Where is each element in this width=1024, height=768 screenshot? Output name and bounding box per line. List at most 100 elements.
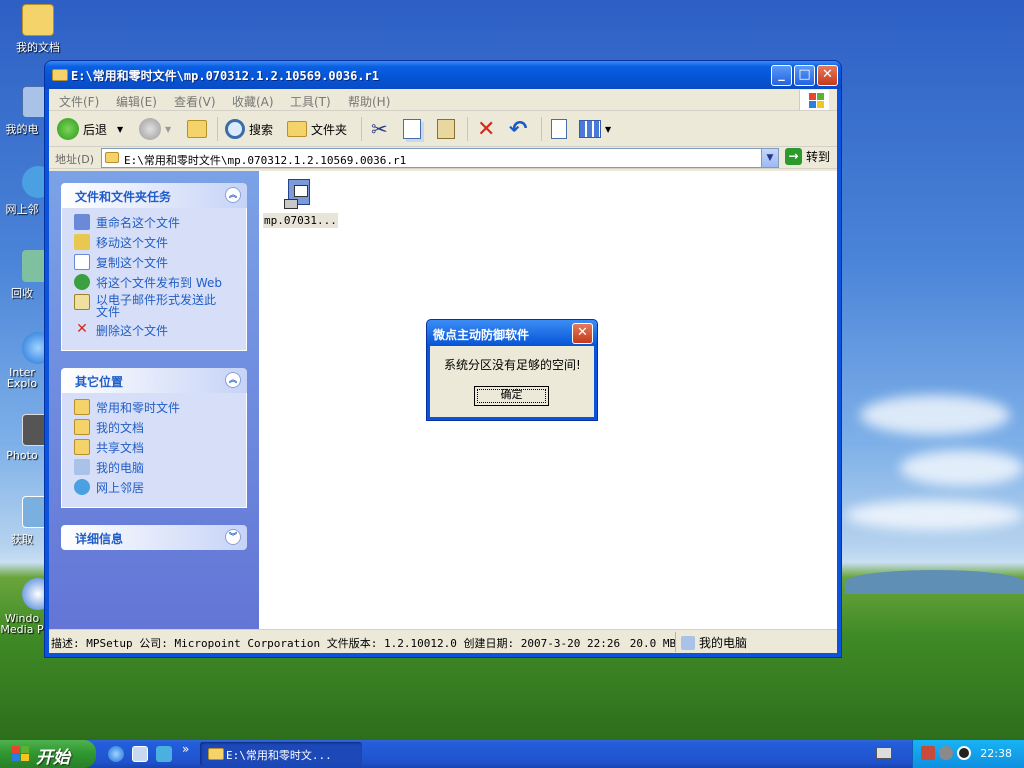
file-tasks-panel: 文件和文件夹任务 ︽ 重命名这个文件 移动这个文件 复制这个文件 将这个文件发布… (61, 183, 247, 351)
go-button[interactable]: → 转到 (785, 148, 830, 165)
folder-icon (74, 399, 90, 415)
back-arrow-icon (57, 118, 79, 140)
up-folder-icon (187, 120, 207, 138)
move-icon (74, 234, 90, 250)
other-places-header[interactable]: 其它位置 ︽ (61, 368, 247, 393)
task-email[interactable]: 以电子邮件形式发送此文件 (74, 294, 246, 322)
dialog-message: 系统分区没有足够的空间! (444, 358, 581, 372)
search-button[interactable]: 搜索 (225, 117, 273, 141)
address-input[interactable]: E:\常用和零时文件\mp.070312.1.2.10569.0036.r1 ▼ (101, 148, 779, 168)
quicklaunch-media-icon[interactable] (156, 746, 172, 762)
close-button[interactable]: ✕ (817, 65, 838, 86)
expand-icon[interactable]: ︾ (225, 529, 241, 545)
desktop-icon-my-documents[interactable]: 我的文档 (0, 4, 76, 55)
search-icon (225, 119, 245, 139)
copy-icon (74, 254, 90, 270)
status-size: 20.0 MB (629, 637, 677, 650)
task-rename[interactable]: 重命名这个文件 (74, 214, 246, 234)
place-my-documents[interactable]: 我的文档 (74, 419, 246, 439)
menu-file[interactable]: 文件(F) (59, 93, 99, 110)
window-title: E:\常用和零时文件\mp.070312.1.2.10569.0036.r1 (71, 69, 379, 83)
chevron-down-icon: ▼ (117, 124, 124, 134)
file-tasks-body: 重命名这个文件 移动这个文件 复制这个文件 将这个文件发布到 Web 以电子邮件… (61, 208, 247, 351)
forward-button[interactable]: ▼ (139, 117, 171, 141)
tray-volume-icon[interactable] (939, 746, 953, 760)
views-button[interactable]: ▼ (579, 117, 611, 141)
details-panel: 详细信息 ︾ (61, 525, 247, 550)
cloud (860, 395, 1010, 435)
undo-button[interactable]: ↶ (509, 117, 527, 142)
collapse-icon[interactable]: ︽ (225, 187, 241, 203)
documents-icon (74, 419, 90, 435)
menu-edit[interactable]: 编辑(E) (116, 93, 157, 110)
keyboard-icon[interactable] (876, 747, 892, 759)
task-publish-web[interactable]: 将这个文件发布到 Web (74, 274, 246, 294)
delete-x-icon: ✕ (76, 321, 88, 337)
task-copy[interactable]: 复制这个文件 (74, 254, 246, 274)
distant-hills (845, 570, 1024, 594)
paste-button[interactable] (437, 117, 455, 141)
properties-button[interactable] (551, 117, 567, 141)
folder-icon (105, 152, 119, 163)
menu-favorites[interactable]: 收藏(A) (232, 93, 274, 110)
cloud (845, 500, 1024, 530)
address-dropdown-button[interactable]: ▼ (761, 149, 778, 167)
back-button[interactable]: 后退 ▼ (57, 117, 123, 141)
place-network[interactable]: 网上邻居 (74, 479, 246, 499)
task-delete[interactable]: ✕ 删除这个文件 (74, 322, 246, 342)
address-value: E:\常用和零时文件\mp.070312.1.2.10569.0036.r1 (124, 154, 407, 167)
folder-icon (22, 4, 54, 36)
menu-help[interactable]: 帮助(H) (348, 93, 390, 110)
quicklaunch-show-desktop-icon[interactable] (132, 746, 148, 762)
maximize-button[interactable]: □ (794, 65, 815, 86)
taskbar: 开始 » E:\常用和零时文... 22:38 (0, 740, 1024, 768)
copy-button[interactable] (403, 117, 421, 141)
dialog-close-button[interactable]: ✕ (572, 323, 593, 344)
status-location: 我的电脑 (681, 634, 747, 651)
properties-icon (551, 119, 567, 139)
file-tasks-header[interactable]: 文件和文件夹任务 ︽ (61, 183, 247, 208)
clock[interactable]: 22:38 (980, 747, 1012, 760)
menu-view[interactable]: 查看(V) (174, 93, 216, 110)
toolbar-separator (467, 117, 468, 141)
title-bar[interactable]: E:\常用和零时文件\mp.070312.1.2.10569.0036.r1 _… (45, 61, 841, 89)
cloud (900, 450, 1024, 486)
details-header[interactable]: 详细信息 ︾ (61, 525, 247, 550)
forward-arrow-icon (139, 118, 161, 140)
computer-icon (681, 635, 695, 650)
copy-icon (403, 119, 421, 139)
place-my-computer[interactable]: 我的电脑 (74, 459, 246, 479)
menu-tools[interactable]: 工具(T) (290, 93, 331, 110)
quicklaunch-ie-icon[interactable] (108, 746, 124, 762)
toolbar-separator (217, 117, 218, 141)
cut-button[interactable]: ✂ (371, 117, 388, 141)
views-grid-icon (579, 120, 601, 138)
close-icon: ✕ (577, 325, 588, 340)
tray-security-icon[interactable] (921, 746, 935, 760)
delete-button[interactable]: ✕ (477, 117, 495, 142)
file-item[interactable]: mp.07031... (263, 177, 338, 228)
place-common-files[interactable]: 常用和零时文件 (74, 399, 246, 419)
go-arrow-icon: → (785, 148, 802, 165)
folders-button[interactable]: 文件夹 (287, 117, 347, 141)
collapse-icon[interactable]: ︽ (225, 372, 241, 388)
status-description: 描述: MPSetup 公司: Micropoint Corporation 文… (51, 637, 677, 650)
task-pane: 文件和文件夹任务 ︽ 重命名这个文件 移动这个文件 复制这个文件 将这个文件发布… (49, 171, 259, 629)
windows-logo-icon (799, 90, 829, 110)
quicklaunch-chevron[interactable]: » (182, 742, 189, 756)
tray-app-icon[interactable] (957, 746, 971, 760)
status-divider (675, 632, 676, 652)
toolbar-separator (361, 117, 362, 141)
up-folder-button[interactable] (187, 117, 207, 141)
file-name: mp.07031... (263, 213, 338, 228)
start-button[interactable]: 开始 (0, 740, 96, 768)
taskbar-task-explorer[interactable]: E:\常用和零时文... (200, 742, 362, 766)
minimize-button[interactable]: _ (771, 65, 792, 86)
network-icon (74, 479, 90, 495)
place-shared-documents[interactable]: 共享文档 (74, 439, 246, 459)
alert-dialog[interactable]: 微点主动防御软件 ✕ 系统分区没有足够的空间! 确定 (426, 319, 598, 421)
ok-button[interactable]: 确定 (474, 386, 549, 406)
windows-logo-icon (12, 746, 30, 762)
task-move[interactable]: 移动这个文件 (74, 234, 246, 254)
folder-icon (52, 69, 68, 81)
